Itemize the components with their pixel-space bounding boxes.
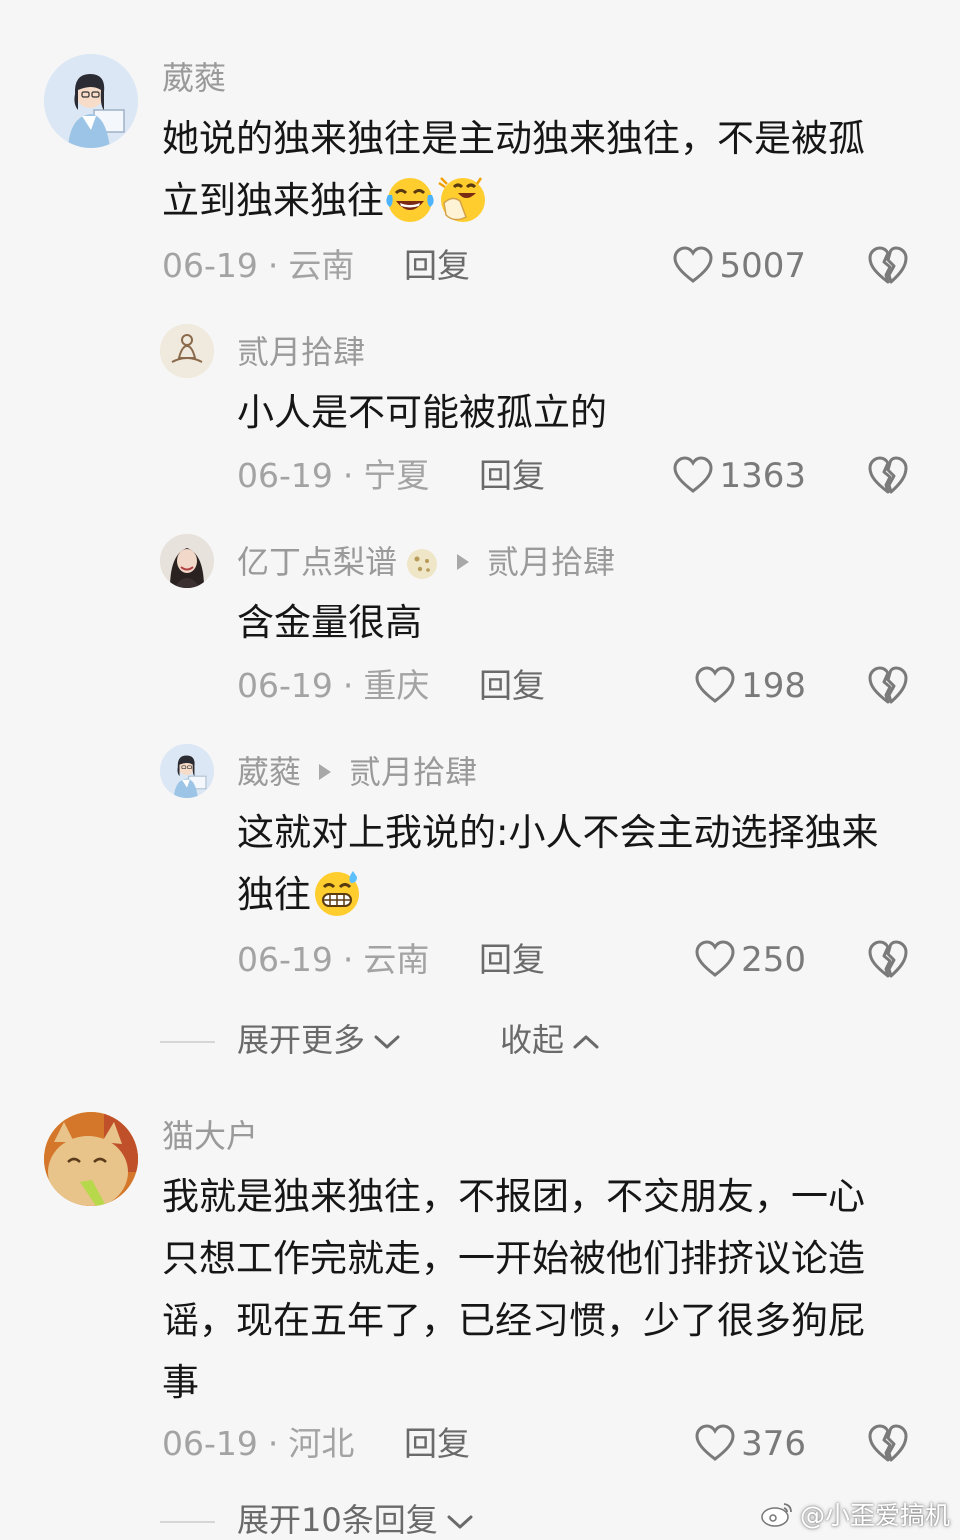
comment-meta: 06-19 · 重庆: [237, 666, 429, 706]
heart-outline-icon: [695, 1424, 735, 1464]
broken-heart-icon[interactable]: [867, 455, 909, 497]
reply-to-username[interactable]: 贰月拾肆: [487, 543, 615, 581]
comment-location: 宁夏: [363, 456, 430, 495]
meta-separator: ·: [342, 456, 354, 495]
comment-location: 河北: [288, 1424, 355, 1463]
expand-replies-button[interactable]: 展开10条回复: [160, 1500, 474, 1540]
chevron-down-icon: [446, 1512, 474, 1532]
like-button[interactable]: 376: [695, 1422, 806, 1466]
divider-line: [160, 1041, 215, 1043]
like-button[interactable]: 1363: [673, 454, 806, 498]
comment-text: 她说的独来独往是主动独来独往，不是被孤立到独来独往: [162, 108, 892, 232]
meta-separator: ·: [267, 1424, 279, 1463]
username-text: 亿丁点梨谱: [237, 543, 398, 581]
watermark-text: @小歪爱搞机: [799, 1501, 950, 1530]
like-count: 250: [741, 940, 806, 980]
reply-to-username[interactable]: 贰月拾肆: [349, 753, 477, 791]
weibo-logo-icon: [760, 1500, 794, 1528]
like-button[interactable]: 5007: [673, 244, 806, 288]
comment-date: 06-19: [237, 940, 333, 979]
collapse-button[interactable]: 收起: [500, 1020, 600, 1060]
expand-more-label: 展开更多: [237, 1021, 366, 1059]
reply-button[interactable]: 回复: [404, 246, 470, 286]
avatar[interactable]: [44, 54, 138, 148]
comment-text: 我就是独来独往，不报团，不交朋友，一心只想工作完就走，一开始被他们排挤议论造谣，…: [162, 1175, 865, 1404]
comment-location: 云南: [363, 940, 430, 979]
broken-heart-icon[interactable]: [867, 939, 909, 981]
cookie-emoji: [405, 547, 439, 581]
comment-date: 06-19: [162, 1424, 258, 1463]
comment-meta: 06-19 · 云南: [162, 246, 354, 286]
reply-button[interactable]: 回复: [479, 666, 545, 706]
heart-outline-icon: [695, 940, 735, 980]
comment-date: 06-19: [237, 456, 333, 495]
username[interactable]: 葳蕤 贰月拾肆: [237, 752, 477, 792]
reply-button[interactable]: 回复: [479, 940, 545, 980]
divider-line: [160, 1521, 215, 1523]
like-count: 198: [741, 666, 806, 706]
username-text: 葳蕤: [237, 753, 302, 791]
avatar[interactable]: [44, 1112, 138, 1206]
meta-separator: ·: [342, 940, 354, 979]
username[interactable]: 猫大户: [162, 1116, 258, 1156]
expand-more-button[interactable]: 展开更多: [160, 1020, 401, 1060]
comment-text-content: 她说的独来独往是主动独来独往，不是被孤立到独来独往: [162, 117, 865, 222]
broken-heart-icon[interactable]: [867, 1423, 909, 1465]
reply-button[interactable]: 回复: [479, 456, 545, 496]
like-count: 376: [741, 1424, 806, 1464]
heart-outline-icon: [673, 246, 713, 286]
like-count: 1363: [719, 456, 806, 496]
comment-location: 重庆: [363, 666, 430, 705]
comment-location: 云南: [288, 246, 355, 285]
comment-date: 06-19: [237, 666, 333, 705]
like-button[interactable]: 250: [695, 938, 806, 982]
chevron-down-icon: [373, 1032, 401, 1052]
comment-date: 06-19: [162, 246, 258, 285]
comment-meta: 06-19 · 河北: [162, 1424, 354, 1464]
reply-button[interactable]: 回复: [404, 1424, 470, 1464]
broken-heart-icon[interactable]: [867, 665, 909, 707]
collapse-label: 收起: [500, 1021, 565, 1059]
chevron-up-icon: [572, 1032, 600, 1052]
broken-heart-icon[interactable]: [867, 245, 909, 287]
comment-list: 葳蕤 她说的独来独往是主动独来独往，不是被孤立到独来独往 06-19 · 云南 回复…: [0, 0, 960, 1540]
crying-laughing-emoji: [384, 173, 436, 225]
expand-replies-label: 展开10条回复: [237, 1501, 438, 1539]
meta-separator: ·: [267, 246, 279, 285]
comment-meta: 06-19 · 云南: [237, 940, 429, 980]
comment-text: 含金量很高: [237, 601, 422, 644]
comment-text: 这就对上我说的:小人不会主动选择独来独往: [237, 802, 897, 926]
username[interactable]: 贰月拾肆: [237, 332, 365, 372]
avatar[interactable]: [160, 324, 214, 378]
meta-separator: ·: [342, 666, 354, 705]
comment-text: 小人是不可能被孤立的: [237, 391, 607, 434]
watermark: @小歪爱搞机: [760, 1496, 950, 1532]
comment-item: 葳蕤 她说的独来独往是主动独来独往，不是被孤立到独来独往 06-19 · 云南 回复…: [0, 0, 960, 300]
heart-outline-icon: [695, 666, 735, 706]
like-count: 5007: [719, 246, 806, 286]
like-button[interactable]: 198: [695, 664, 806, 708]
hand-over-face-laughing-emoji: [436, 173, 488, 225]
grinning-sweat-emoji: [311, 867, 363, 919]
avatar[interactable]: [160, 534, 214, 588]
heart-outline-icon: [673, 456, 713, 496]
reply-arrow-icon: [319, 764, 332, 780]
username[interactable]: 亿丁点梨谱 贰月拾肆: [237, 542, 615, 582]
username[interactable]: 葳蕤: [162, 58, 226, 98]
comment-meta: 06-19 · 宁夏: [237, 456, 429, 496]
avatar[interactable]: [160, 744, 214, 798]
reply-arrow-icon: [457, 554, 470, 570]
